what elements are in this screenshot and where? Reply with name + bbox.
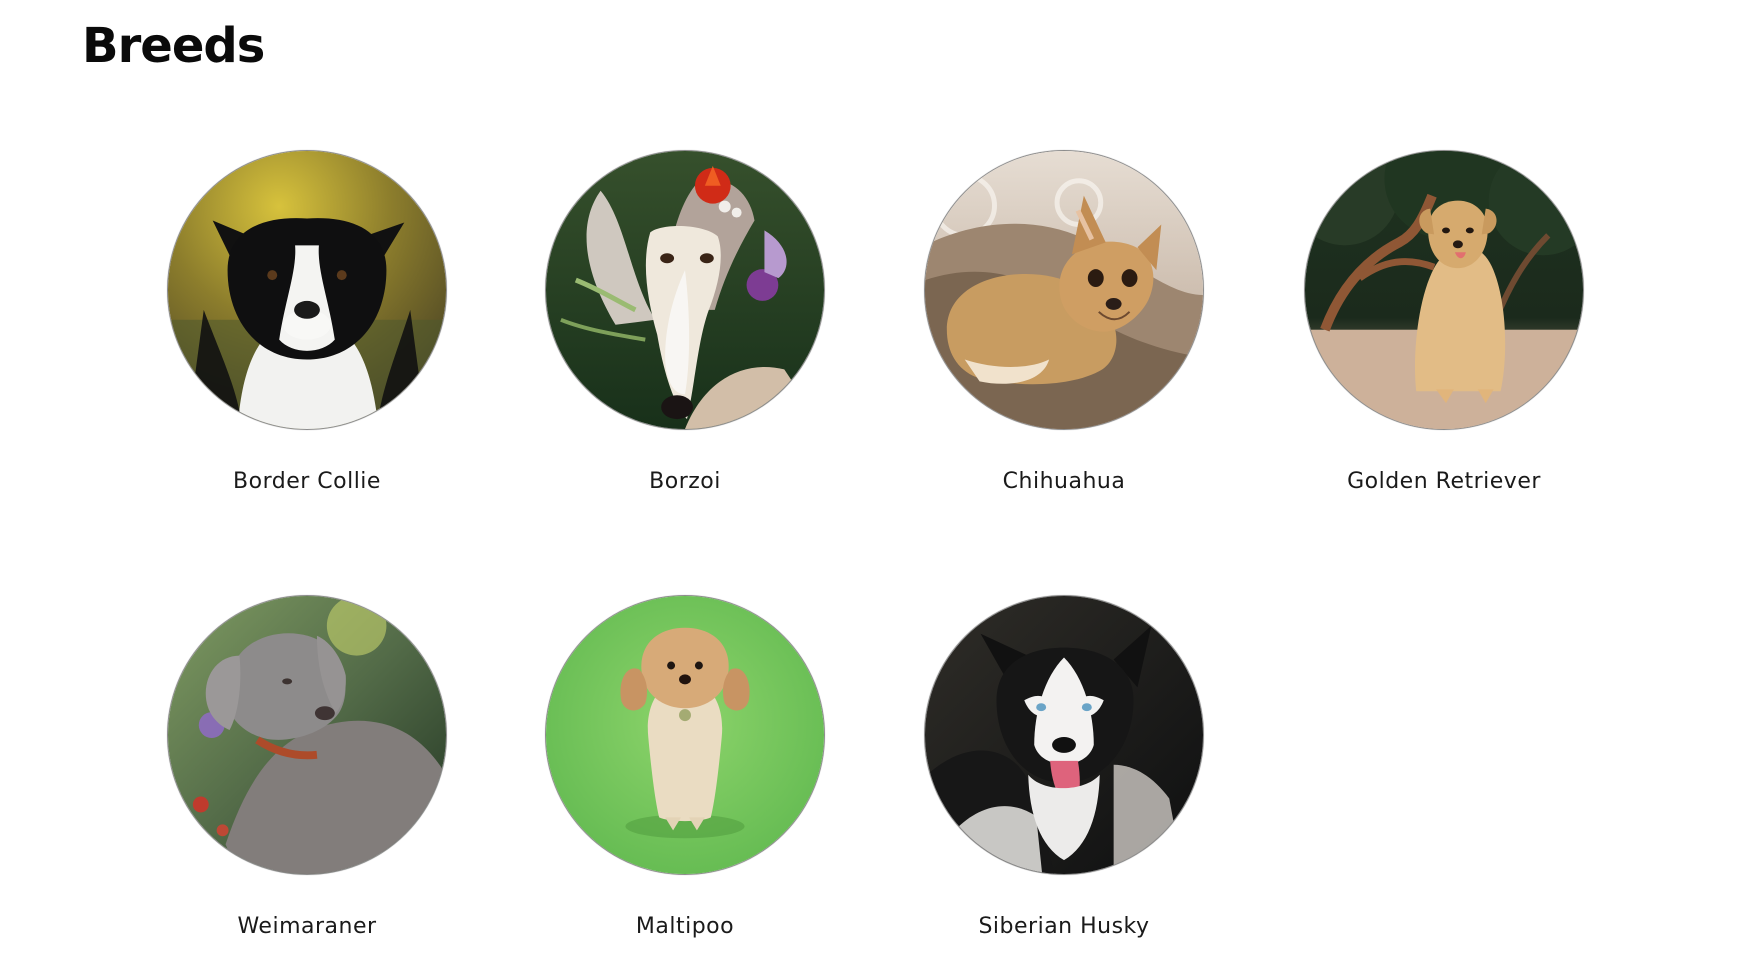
golden-retriever-photo[interactable] — [1304, 150, 1584, 430]
breed-name-label: Siberian Husky — [978, 914, 1150, 939]
breed-card-weimaraner[interactable]: Weimaraner — [116, 595, 498, 975]
breed-name-label: Border Collie — [233, 469, 381, 494]
borzoi-image — [546, 151, 824, 429]
chihuahua-image — [925, 151, 1203, 429]
breed-card-siberian-husky[interactable]: Siberian Husky — [873, 595, 1255, 975]
siberian-husky-photo[interactable] — [924, 595, 1204, 875]
golden-retriever-image — [1305, 151, 1583, 429]
breed-name-label: Borzoi — [649, 469, 721, 494]
chihuahua-photo[interactable] — [924, 150, 1204, 430]
borzoi-photo[interactable] — [545, 150, 825, 430]
weimaraner-photo[interactable] — [167, 595, 447, 875]
breed-card-golden-retriever[interactable]: Golden Retriever — [1253, 150, 1635, 530]
page-title: Breeds — [82, 18, 265, 74]
maltipoo-image — [546, 596, 824, 874]
breed-card-border-collie[interactable]: Border Collie — [116, 150, 498, 530]
breed-card-borzoi[interactable]: Borzoi — [494, 150, 876, 530]
weimaraner-image — [168, 596, 446, 874]
breed-name-label: Weimaraner — [237, 914, 377, 939]
breed-name-label: Maltipoo — [635, 914, 735, 939]
breed-card-maltipoo[interactable]: Maltipoo — [494, 595, 876, 975]
breed-name-label: Chihuahua — [1002, 469, 1126, 494]
border-collie-photo[interactable] — [167, 150, 447, 430]
breed-name-label: Golden Retriever — [1347, 469, 1541, 494]
siberian-husky-image — [925, 596, 1203, 874]
breed-card-chihuahua[interactable]: Chihuahua — [873, 150, 1255, 530]
maltipoo-photo[interactable] — [545, 595, 825, 875]
border-collie-image — [168, 151, 446, 429]
